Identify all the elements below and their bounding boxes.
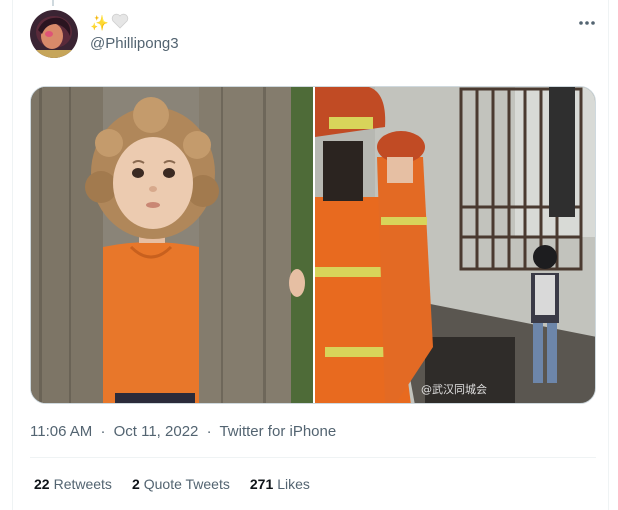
likes-stat[interactable]: 271 Likes (250, 476, 310, 492)
tweet-date[interactable]: Oct 11, 2022 (114, 423, 199, 440)
image-watermark: @武汉同城会 (421, 383, 487, 396)
meta-separator: · (100, 423, 106, 440)
quote-tweets-count: 2 (131, 476, 140, 492)
media-image-right[interactable]: @武汉同城会 (315, 87, 595, 403)
avatar[interactable] (30, 10, 78, 58)
tweet-media[interactable]: @武汉同城会 (30, 86, 596, 404)
timeline-border-right (608, 0, 609, 510)
thread-connector-line (52, 0, 54, 6)
likes-label: Likes (277, 476, 310, 492)
sparkles-emoji: ✨ (90, 15, 109, 32)
tweet-meta: 11:06 AM · Oct 11, 2022 · Twitter for iP… (30, 423, 336, 440)
tweet-stats: 22 Retweets 2 Quote Tweets 271 Likes (34, 476, 310, 492)
user-handle[interactable]: @Phillipong3 (90, 35, 179, 52)
quote-tweets-stat[interactable]: 2 Quote Tweets (132, 476, 230, 492)
tweet-time[interactable]: 11:06 AM (30, 423, 92, 440)
quote-tweets-label: Quote Tweets (143, 476, 230, 492)
retweets-stat[interactable]: 22 Retweets (34, 476, 112, 492)
timeline-border-left (12, 0, 13, 510)
more-options-button[interactable] (576, 12, 598, 34)
more-horizontal-icon (579, 21, 595, 25)
divider-top (30, 457, 596, 458)
likes-count: 271 (249, 476, 274, 492)
meta-separator: · (206, 423, 212, 440)
media-image-left[interactable] (31, 87, 313, 403)
tweet-source[interactable]: Twitter for iPhone (219, 423, 336, 440)
white-heart-emoji (111, 13, 129, 33)
retweets-count: 22 (34, 476, 50, 492)
retweets-label: Retweets (53, 476, 112, 492)
display-name[interactable]: ✨ (90, 13, 129, 33)
